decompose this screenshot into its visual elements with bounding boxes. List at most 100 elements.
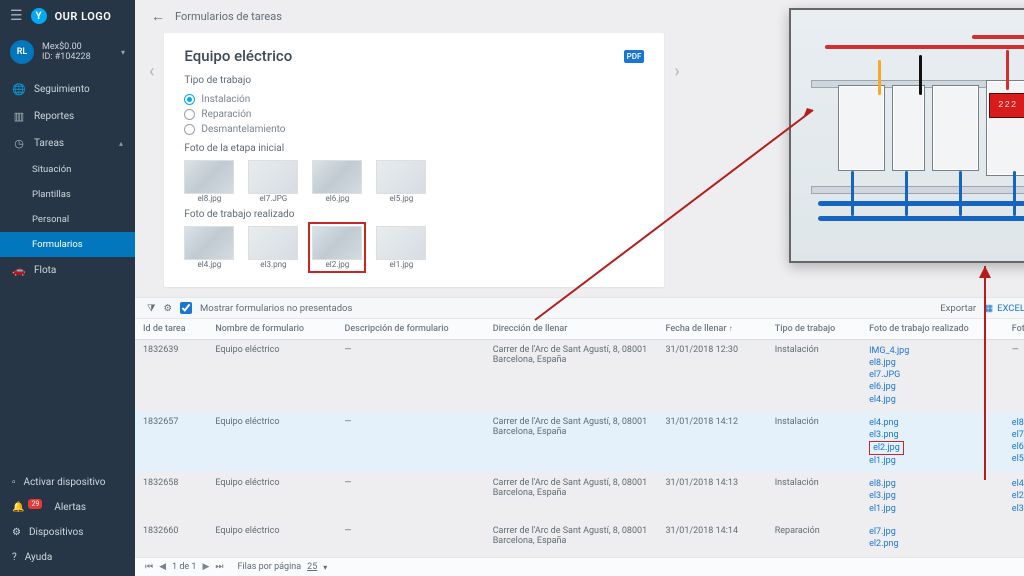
radio-reparacion[interactable]: Reparación (184, 107, 644, 122)
prev-form-button[interactable]: ‹ (147, 33, 156, 110)
file-link[interactable]: el7.JPG (1012, 429, 1024, 441)
thumbnail[interactable]: el3.png (248, 226, 298, 269)
cell-desc: — (337, 340, 485, 412)
thumbnail-image (184, 160, 234, 194)
alerts-badge: 29 (28, 499, 42, 509)
logo-icon: Y (31, 8, 47, 24)
col-foto-real[interactable]: Foto de trabajo realizado (861, 319, 1004, 340)
file-link[interactable]: el7.JPG (869, 369, 996, 381)
table-row[interactable]: 1832639Equipo eléctrico—Carrer de l'Arc … (135, 340, 1024, 412)
cell-fecha: 31/01/2018 14:13 (657, 473, 766, 520)
menu-icon[interactable]: ☰ (10, 8, 23, 24)
col-foto-ini[interactable]: Foto de la etapa inicial (1004, 319, 1024, 340)
cell-foto-real: el8.jpgel3.jpgel1.jpg (861, 473, 1004, 520)
file-link[interactable]: el4.png (869, 417, 996, 429)
col-fecha[interactable]: Fecha de llenar ↑ (657, 319, 766, 340)
sidebar-item-flota[interactable]: 🚗Flota (0, 257, 135, 284)
file-link[interactable]: el1.jpg (869, 503, 996, 515)
cell-dir: Carrer de l'Arc de Sant Agustí, 8, 08001… (485, 520, 658, 555)
sidebar-item-tareas[interactable]: ◷Tareas▴ (0, 130, 135, 157)
file-link[interactable]: el4.jpg (1012, 478, 1024, 490)
page-next-button[interactable]: ▶ (202, 562, 209, 572)
file-link[interactable]: el2.jpg (1012, 490, 1024, 502)
page-first-button[interactable]: ⏮ (145, 562, 153, 572)
file-link[interactable]: el2.png (869, 538, 996, 550)
forms-table: Id de tarea Nombre de formulario Descrip… (135, 319, 1024, 556)
thumbnail[interactable]: el2.jpg (312, 226, 362, 269)
thumbnail-filename: el3.png (260, 260, 286, 269)
table-row[interactable]: 1832658Equipo eléctrico—Carrer de l'Arc … (135, 473, 1024, 520)
col-tipo[interactable]: Tipo de trabajo (767, 319, 861, 340)
back-icon[interactable]: ← (151, 8, 165, 25)
excel-icon: ▦ (984, 303, 993, 314)
sidebar-item-alertas[interactable]: 🔔29Alertas (0, 495, 135, 520)
thumbnail[interactable]: el8.jpg (184, 160, 234, 203)
settings-icon[interactable]: ⚙ (163, 303, 172, 314)
radio-icon (184, 94, 195, 105)
sidebar-item-formularios[interactable]: Formularios (0, 232, 135, 257)
cell-foto-real: el4.pngel3.pngel2.jpgel1.jpg (861, 411, 1004, 473)
file-link[interactable]: el3.png (1012, 503, 1024, 515)
thumbnail[interactable]: el1.jpg (376, 226, 426, 269)
file-link[interactable]: el2.jpg (869, 441, 904, 455)
show-unsubmitted-checkbox[interactable] (180, 302, 192, 314)
sidebar-item-situacion[interactable]: Situación (0, 157, 135, 182)
thumbnail[interactable]: el7.JPG (248, 160, 298, 203)
user-block[interactable]: RL Mex$0.00 ID: #104228 ▾ (0, 32, 135, 72)
col-nombre[interactable]: Nombre de formulario (207, 319, 336, 340)
file-link[interactable]: el3.jpg (869, 490, 996, 502)
sidebar-item-seguimiento[interactable]: 🌐Seguimiento (0, 76, 135, 103)
table-row[interactable]: 1832657Equipo eléctrico—Carrer de l'Arc … (135, 411, 1024, 473)
sidebar-item-reportes[interactable]: ▥Reportes (0, 103, 135, 130)
cell-fecha: 31/01/2018 12:30 (657, 340, 766, 412)
section-foto-realizado-label: Foto de trabajo realizado (184, 209, 644, 220)
file-link[interactable]: el8.jpg (869, 357, 996, 369)
page-prev-button[interactable]: ◀ (159, 562, 166, 572)
file-link[interactable]: el1.jpg (869, 455, 996, 467)
thumbnail[interactable]: el5.jpg (376, 160, 426, 203)
radio-label: Desmantelamiento (201, 124, 285, 135)
sidebar-item-plantillas[interactable]: Plantillas (0, 182, 135, 207)
export-excel-button[interactable]: ▦EXCEL (984, 303, 1024, 314)
file-link[interactable]: IMG_4.jpg (869, 345, 996, 357)
sidebar-item-activar[interactable]: ▫Activar dispositivo (0, 470, 135, 495)
file-link[interactable]: el6.jpg (1012, 441, 1024, 453)
cell-tipo: Instalación (767, 340, 861, 412)
cell-fecha: 31/01/2018 14:12 (657, 411, 766, 473)
rows-per-page-select[interactable]: 25 (307, 562, 317, 572)
sidebar-item-dispositivos[interactable]: ⚙Dispositivos (0, 520, 135, 545)
pdf-icon[interactable]: PDF (624, 50, 645, 63)
file-link[interactable]: el7.jpg (869, 526, 996, 538)
cell-desc: — (337, 411, 485, 473)
cell-foto-ini (1004, 520, 1024, 555)
section-tipo-label: Tipo de trabajo (184, 75, 644, 86)
file-link[interactable]: el8.jpg (1012, 417, 1024, 429)
file-link[interactable]: el8.jpg (869, 478, 996, 490)
file-link[interactable]: el6.jpg (869, 381, 996, 393)
file-link[interactable]: el5.jpg (1012, 453, 1024, 465)
cell-foto-real: el7.jpgel2.png (861, 520, 1004, 555)
thumbnail-filename: el4.jpg (198, 260, 222, 269)
col-desc[interactable]: Descripción de formulario (337, 319, 485, 340)
file-link[interactable]: el4.jpg (869, 394, 996, 406)
next-form-button[interactable]: › (672, 33, 681, 110)
thumbnail[interactable]: el4.jpg (184, 226, 234, 269)
col-id[interactable]: Id de tarea (135, 319, 207, 340)
filter-icon[interactable]: ⧩ (147, 303, 155, 314)
thumbnail-filename: el8.jpg (198, 194, 222, 203)
radio-desmantelamiento[interactable]: Desmantelamiento (184, 122, 644, 137)
cell-fecha: 31/01/2018 14:14 (657, 520, 766, 555)
sidebar-item-ayuda[interactable]: ?Ayuda (0, 545, 135, 570)
col-dir[interactable]: Dirección de llenar (485, 319, 658, 340)
section-foto-inicial-label: Foto de la etapa inicial (184, 143, 644, 154)
sidebar-item-personal[interactable]: Personal (0, 207, 135, 232)
radio-instalacion[interactable]: Instalación (184, 92, 644, 107)
file-link[interactable]: el3.png (869, 429, 996, 441)
page-last-button[interactable]: ⏭ (215, 562, 223, 572)
thumbnail-image (376, 160, 426, 194)
cell-nombre: Equipo eléctrico (207, 473, 336, 520)
thumbnail-image (248, 160, 298, 194)
table-row[interactable]: 1832660Equipo eléctrico—Carrer de l'Arc … (135, 520, 1024, 555)
thumbnail-filename: el6.jpg (326, 194, 350, 203)
thumbnail[interactable]: el6.jpg (312, 160, 362, 203)
